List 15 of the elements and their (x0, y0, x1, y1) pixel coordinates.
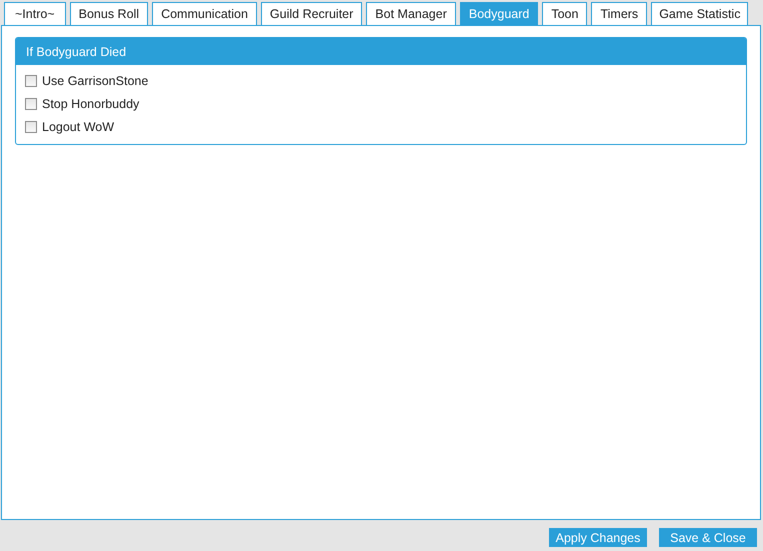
checkbox[interactable] (25, 98, 37, 110)
tab[interactable]: Bot Manager (366, 2, 456, 25)
checkbox-label: Logout WoW (42, 120, 114, 134)
tab[interactable]: Communication (152, 2, 257, 25)
checkbox[interactable] (25, 75, 37, 87)
checkbox[interactable] (25, 121, 37, 133)
tab[interactable]: Bonus Roll (70, 2, 148, 25)
tab[interactable]: Toon (542, 2, 588, 25)
checkbox-label: Stop Honorbuddy (42, 97, 140, 111)
group-title: If Bodyguard Died (16, 38, 746, 65)
checkbox-label: Use GarrisonStone (42, 74, 148, 88)
tab[interactable]: ~Intro~ (4, 2, 66, 25)
tab[interactable]: Game Statistic (651, 2, 748, 25)
tab[interactable]: Guild Recruiter (260, 2, 362, 25)
tab[interactable]: Timers (591, 2, 648, 25)
